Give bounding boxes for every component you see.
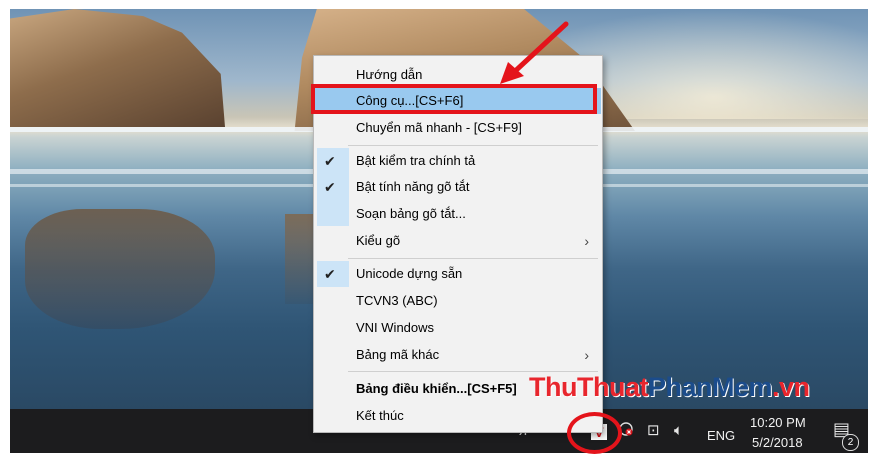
watermark-part: PhanMem (647, 372, 773, 402)
checkmark-icon: ✔ (324, 179, 336, 195)
checkmark-icon: ✔ (324, 153, 336, 169)
menu-separator (348, 258, 598, 259)
clock-date[interactable]: 5/2/2018 (752, 435, 803, 450)
clock-time[interactable]: 10:20 PM (750, 415, 806, 430)
watermark-logo: ThuThuatPhanMem.vn (529, 372, 810, 403)
menu-item-label: Bật kiểm tra chính tả (356, 153, 476, 168)
rock-reflection-left (25, 209, 215, 329)
menu-item-kiem-tra-chinh-ta[interactable]: ✔ Bật kiểm tra chính tả (315, 148, 601, 174)
menu-item-label: VNI Windows (356, 320, 435, 335)
menu-item-bang-ma-khac[interactable]: Bảng mã khác › (315, 342, 601, 368)
watermark-part: .vn (772, 372, 810, 402)
menu-item-vni-windows[interactable]: VNI Windows (315, 315, 601, 341)
watermark-part: ThuThuat (529, 372, 648, 402)
annotation-arrow (500, 21, 569, 84)
network-icon[interactable]: ⊡ (647, 421, 660, 441)
rock-formation-left (10, 9, 225, 127)
menu-item-ket-thuc[interactable]: Kết thúc (315, 403, 601, 429)
menu-item-label: Chuyển mã nhanh - [CS+F9] (356, 120, 522, 135)
menu-item-label: Unicode dựng sẵn (356, 266, 463, 281)
checkmark-icon: ✔ (324, 266, 336, 282)
menu-item-label: Bảng mã khác (356, 347, 440, 362)
volume-icon[interactable]: 🔈︎ (674, 421, 683, 441)
menu-item-unicode-dung-san[interactable]: ✔ Unicode dựng sẵn (315, 261, 601, 287)
annotation-circle (567, 412, 622, 454)
menu-item-tcvn3[interactable]: TCVN3 (ABC) (315, 288, 601, 314)
menu-item-label: Kết thúc (356, 408, 404, 423)
submenu-chevron-icon: › (584, 233, 589, 249)
notification-count-badge: 2 (842, 434, 859, 451)
menu-item-soan-bang-go-tat[interactable]: Soạn bảng gõ tắt... (315, 201, 601, 227)
menu-item-chuyen-ma-nhanh[interactable]: Chuyển mã nhanh - [CS+F9] (315, 115, 601, 141)
menu-item-label: Kiểu gõ (356, 233, 401, 248)
submenu-chevron-icon: › (584, 347, 589, 363)
menu-item-kieu-go[interactable]: Kiểu gõ › (315, 228, 601, 254)
menu-item-label: Bảng điều khiển...[CS+F5] (356, 381, 517, 396)
language-indicator[interactable]: ENG (707, 428, 735, 443)
menu-item-label: Bật tính năng gõ tắt (356, 179, 470, 194)
menu-item-go-tat[interactable]: ✔ Bật tính năng gõ tắt (315, 174, 601, 200)
annotation-highlight-box (311, 84, 597, 114)
menu-item-label: TCVN3 (ABC) (356, 293, 438, 308)
menu-separator (348, 145, 598, 146)
menu-item-label: Soạn bảng gõ tắt... (356, 206, 466, 221)
